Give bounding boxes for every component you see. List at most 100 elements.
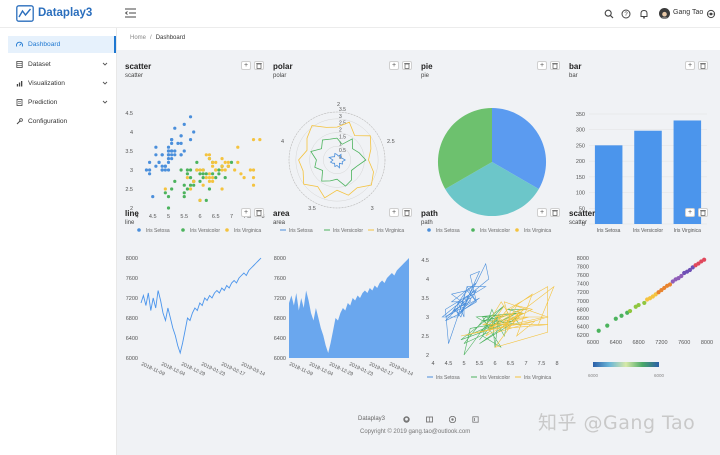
- chart-panel-bar: bar bar + 0 50 100 150 200 250 300 350 Iris Seto…: [561, 58, 709, 234]
- scatter-point: [613, 316, 618, 321]
- scatter-point: [166, 149, 171, 153]
- scatter-point: [605, 323, 610, 328]
- scatter-point: [170, 153, 174, 157]
- polar-chart: 00.511.522.533.522.533.54Iris Setosa Iris…: [280, 102, 404, 234]
- scatter-point: [220, 168, 224, 172]
- area-fill: [289, 258, 409, 358]
- y-tick-label: 4: [426, 277, 429, 283]
- scatter-point: [229, 160, 234, 164]
- y-tick-label: 3: [426, 315, 429, 321]
- y-tick-label: 100: [576, 191, 585, 197]
- app-logo[interactable]: [16, 5, 34, 22]
- sidebar-item-label: Configuration: [28, 118, 68, 125]
- breadcrumb: Home / Dashboard: [130, 35, 186, 41]
- scatter-point: [185, 176, 189, 180]
- scatter-point: [596, 328, 601, 333]
- y-tick-label: 7200: [126, 296, 138, 302]
- chart-panel-path: path path + 4 4.5 5 5.5 6 6.5 7 7.5 8 2 2.5 3 3.5 4 4.…: [413, 205, 561, 381]
- breadcrumb-bar: Home / Dashboard: [117, 28, 720, 50]
- sidebar-item-label: Dashboard: [28, 41, 61, 48]
- scatter-point: [173, 179, 177, 183]
- colorbar-min-label: 6000: [588, 373, 599, 378]
- scatter-point: [220, 157, 224, 161]
- scatter-point: [173, 153, 177, 157]
- legend-label: Iris Virginica: [524, 375, 551, 381]
- share-icon[interactable]: [472, 416, 479, 423]
- menu-fold-icon[interactable]: [125, 8, 136, 18]
- scatter-point: [211, 179, 215, 183]
- colorbar-max-label: 6000: [654, 373, 665, 378]
- visualization-icon: [16, 81, 23, 87]
- scatter-point: [211, 176, 215, 180]
- chart-panel-polar: polar polar + 0 0.5 1 1.5 2 2.5 3 3.5 2 2.5 3 3.5 4 I…: [265, 58, 413, 234]
- prediction-icon: [16, 99, 23, 106]
- sidebar-item-visualization[interactable]: Visualization: [8, 75, 116, 92]
- scatter-point: [166, 160, 171, 164]
- scatter-color-chart: 6200 6400 6600 6800 7000 7200 7400 7600 7800 8000…: [577, 256, 713, 378]
- scatter-point: [204, 198, 208, 202]
- dashboard-icon: [16, 41, 23, 47]
- scatter-point: [195, 160, 199, 164]
- scatter-point: [223, 168, 227, 172]
- scatter-point: [214, 160, 218, 164]
- y-tick-label: 3.5: [421, 296, 429, 302]
- scatter-point: [233, 168, 237, 172]
- scatter-point: [185, 168, 189, 172]
- app-name[interactable]: Dataplay3: [38, 7, 92, 19]
- scatter-point: [188, 115, 193, 119]
- breadcrumb-home[interactable]: Home: [130, 35, 146, 41]
- scatter-point: [236, 160, 240, 164]
- scatter-point: [248, 168, 252, 172]
- x-tick-label: 7600: [678, 340, 690, 346]
- top-bar: Dataplay3 ? Gang Tao: [0, 0, 720, 28]
- x-tick-label: 7.5: [538, 361, 546, 367]
- y-tick-label: 4.5: [125, 111, 133, 117]
- copyright-text: Copyright © 2019 gang.tao@outlook.com: [360, 429, 471, 435]
- username[interactable]: Gang Tao: [673, 9, 703, 16]
- y-tick-label: 3.5: [125, 149, 133, 155]
- chart-panel-line: line line + 6000 6400 6800 7200 7600 8000 2018…: [117, 205, 266, 378]
- legend-label: Iris Versicolor: [480, 375, 510, 381]
- y-tick-label: 6600: [577, 316, 589, 322]
- x-tick-label: 8000: [701, 340, 713, 346]
- gitee-icon[interactable]: [449, 416, 456, 423]
- scatter-point: [188, 168, 193, 172]
- settings-icon[interactable]: [706, 9, 716, 19]
- scatter-point: [160, 168, 164, 172]
- scatter-point: [201, 172, 205, 176]
- scatter-point: [160, 164, 164, 168]
- scatter-point: [185, 172, 189, 176]
- scatter-point: [236, 145, 240, 149]
- scatter-point: [170, 149, 174, 153]
- scatter-point: [170, 187, 174, 191]
- line-series: [140, 257, 262, 355]
- chevron-down-icon: [102, 100, 108, 104]
- book-icon[interactable]: [426, 416, 433, 423]
- bell-icon[interactable]: [639, 9, 649, 19]
- path-series: [460, 305, 526, 356]
- search-icon[interactable]: [604, 9, 614, 19]
- scatter-point: [192, 130, 196, 134]
- scatter-point: [214, 168, 218, 172]
- path-chart: 4 4.5 5 5.5 6 6.5 7 7.5 8 2 2.5 3 3.5 4 4.5 Iris Setosa…: [421, 258, 558, 381]
- y-tick-label: 6400: [126, 336, 138, 342]
- scatter-point: [220, 164, 224, 168]
- sidebar-item-dashboard[interactable]: Dashboard: [8, 36, 116, 53]
- sidebar-item-configuration[interactable]: Configuration: [8, 113, 116, 130]
- y-tick-label: 7200: [274, 296, 286, 302]
- sidebar-item-dataset[interactable]: Dataset: [8, 56, 116, 73]
- scatter-point: [179, 134, 183, 138]
- scatter-point: [223, 176, 227, 180]
- avatar[interactable]: [659, 8, 670, 19]
- x-tick-label: 5.5: [476, 361, 484, 367]
- help-icon[interactable]: ?: [621, 9, 631, 19]
- scatter-point: [198, 172, 202, 176]
- github-icon[interactable]: [403, 416, 410, 423]
- scatter-point: [251, 138, 256, 142]
- x-tick-label: 6400: [610, 340, 622, 346]
- radial-tick-label: 1.5: [339, 134, 346, 140]
- sidebar-item-prediction[interactable]: Prediction: [8, 94, 116, 111]
- y-tick-label: 6200: [577, 333, 589, 339]
- footer-app-name[interactable]: Dataplay3: [358, 416, 385, 422]
- scatter-point: [226, 164, 230, 168]
